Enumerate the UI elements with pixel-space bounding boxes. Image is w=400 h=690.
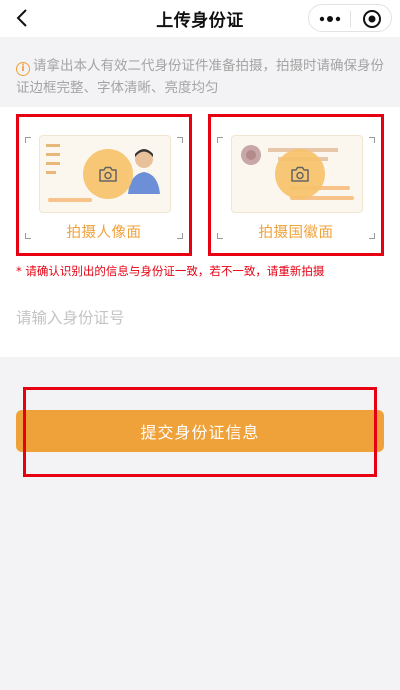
id-sample-bar xyxy=(48,198,92,202)
camera-icon xyxy=(291,166,309,182)
national-emblem-icon xyxy=(241,145,261,165)
more-button[interactable] xyxy=(309,5,350,33)
front-label: 拍摄人像面 xyxy=(66,225,142,241)
frame-corner xyxy=(25,137,31,143)
photo-instructions: i 请拿出本人有效二代身份证件准备拍摄，拍摄时请确保身份证边框完整、字体清晰、亮度… xyxy=(16,55,388,99)
info-icon: i xyxy=(16,62,30,76)
upload-back-button[interactable]: 拍摄国徽面 xyxy=(208,114,384,256)
id-number-input[interactable] xyxy=(16,302,384,334)
close-app-button[interactable] xyxy=(351,5,392,33)
more-dots-icon xyxy=(319,16,340,22)
frame-corner xyxy=(369,137,375,143)
camera-button[interactable] xyxy=(275,149,325,199)
nav-bar: 上传身份证 xyxy=(0,0,400,37)
target-close-icon xyxy=(362,10,381,28)
back-label: 拍摄国徽面 xyxy=(258,225,334,241)
camera-icon xyxy=(99,166,117,182)
id-sample-text-lines xyxy=(46,142,86,185)
upload-front-button[interactable]: 拍摄人像面 xyxy=(16,114,192,256)
camera-button[interactable] xyxy=(83,149,133,199)
submit-id-button[interactable]: 提交身份证信息 xyxy=(16,410,384,452)
mini-program-capsule xyxy=(308,4,392,32)
frame-corner xyxy=(177,137,183,143)
notice-text: 请拿出本人有效二代身份证件准备拍摄，拍摄时请确保身份证边框完整、字体清晰、亮度均… xyxy=(16,58,384,96)
verification-warning: * 请确认识别出的信息与身份证一致，若不一致，请重新拍摄 xyxy=(16,264,325,278)
frame-corner xyxy=(217,137,223,143)
